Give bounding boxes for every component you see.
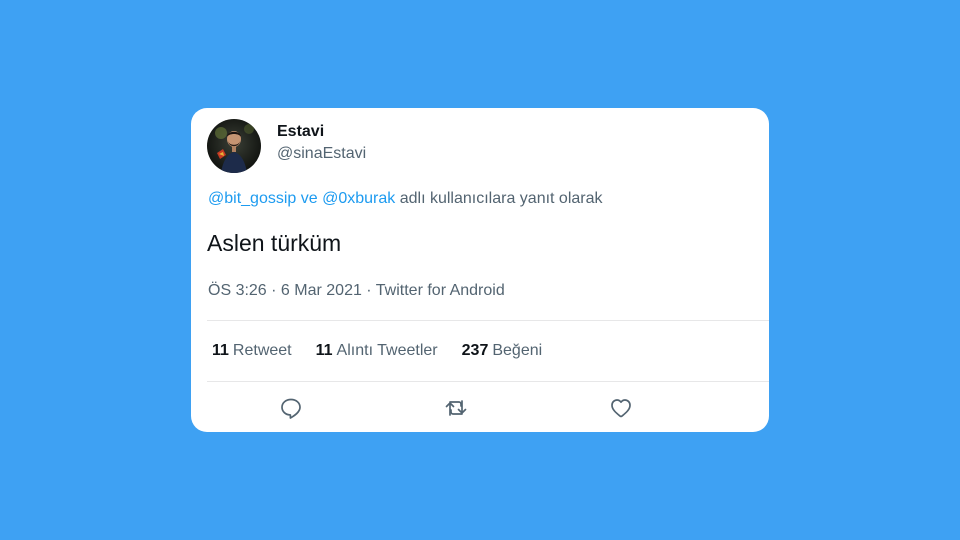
quotes-label: Alıntı Tweetler <box>336 342 438 359</box>
avatar[interactable] <box>207 119 261 173</box>
tweet-stats: 11 Retweet 11 Alıntı Tweetler 237 Beğeni <box>212 340 566 362</box>
tweet-meta[interactable]: ÖS 3:26 · 6 Mar 2021 · Twitter for Andro… <box>208 280 505 302</box>
retweet-icon <box>445 400 467 416</box>
reply-joiner: ve <box>300 190 318 207</box>
retweets-count: 11 <box>212 342 229 359</box>
reply-suffix: adlı kullanıcılara yanıt olarak <box>399 190 603 207</box>
retweets-stat[interactable]: 11 Retweet <box>212 340 292 362</box>
author-names: Estavi @sinaEstavi <box>277 121 366 165</box>
heart-icon <box>611 399 631 418</box>
tweet-actions <box>191 394 769 424</box>
author-handle[interactable]: @sinaEstavi <box>277 143 366 165</box>
reply-icon <box>281 398 301 419</box>
likes-label: Beğeni <box>492 342 543 359</box>
mention-link[interactable]: @bit_gossip <box>208 190 296 207</box>
reply-button[interactable] <box>277 394 305 422</box>
tweet-card: Estavi @sinaEstavi @bit_gossip ve @0xbur… <box>191 108 769 432</box>
retweets-label: Retweet <box>232 342 292 359</box>
author-display-name[interactable]: Estavi <box>277 121 366 143</box>
quotes-stat[interactable]: 11 Alıntı Tweetler <box>316 340 438 362</box>
mention-link[interactable]: @0xburak <box>322 190 395 207</box>
like-button[interactable] <box>607 394 635 422</box>
tweet-header: Estavi @sinaEstavi <box>207 116 366 176</box>
likes-stat[interactable]: 237 Beğeni <box>462 340 543 362</box>
retweet-button[interactable] <box>442 394 470 422</box>
reply-context: @bit_gossip ve @0xburak adlı kullanıcıla… <box>208 188 603 210</box>
divider <box>207 320 769 321</box>
tweet-text: Aslen türküm <box>207 230 342 256</box>
quotes-count: 11 <box>315 342 333 359</box>
likes-count: 237 <box>461 342 489 359</box>
divider <box>207 381 769 382</box>
